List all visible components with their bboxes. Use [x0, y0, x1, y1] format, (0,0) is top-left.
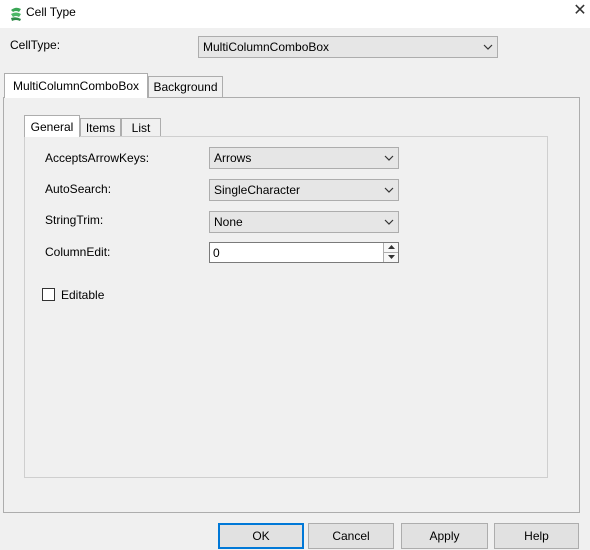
accepts-arrow-keys-select[interactable]: Arrows	[209, 147, 399, 169]
celltype-select[interactable]: MultiColumnComboBox	[198, 36, 498, 58]
chevron-down-icon	[479, 37, 497, 57]
caret-up-icon	[387, 245, 395, 250]
chevron-down-icon	[380, 148, 398, 168]
title-bar	[0, 0, 590, 28]
spin-down-button[interactable]	[384, 252, 398, 262]
app-logo-icon	[11, 7, 21, 21]
column-edit-stepper[interactable]: 0	[209, 242, 399, 263]
accepts-arrow-keys-label: AcceptsArrowKeys:	[45, 151, 150, 165]
help-button[interactable]: Help	[494, 523, 579, 549]
cancel-button[interactable]: Cancel	[308, 523, 394, 549]
column-edit-label: ColumnEdit:	[45, 245, 111, 259]
chevron-down-icon	[380, 212, 398, 232]
celltype-label: CellType:	[10, 38, 61, 52]
auto-search-value: SingleCharacter	[214, 183, 301, 197]
chevron-down-icon	[380, 180, 398, 200]
tab-label: General	[30, 119, 74, 134]
string-trim-select[interactable]: None	[209, 211, 399, 233]
spin-buttons	[383, 243, 398, 262]
apply-button[interactable]: Apply	[401, 523, 488, 549]
accepts-arrow-keys-value: Arrows	[214, 151, 252, 165]
tab-label: Items	[85, 121, 116, 135]
tab-label: Background	[153, 80, 218, 94]
tab-list[interactable]: List	[121, 118, 161, 137]
editable-checkbox[interactable]	[42, 288, 55, 301]
spin-up-button[interactable]	[384, 243, 398, 253]
celltype-value: MultiColumnComboBox	[203, 40, 330, 54]
tab-background[interactable]: Background	[148, 76, 223, 97]
editable-label: Editable	[61, 288, 105, 302]
tab-label: MultiColumnComboBox	[12, 79, 140, 93]
caret-down-icon	[387, 255, 395, 260]
window-title: Cell Type	[26, 5, 76, 19]
string-trim-label: StringTrim:	[45, 213, 104, 227]
auto-search-label: AutoSearch:	[45, 182, 112, 196]
string-trim-value: None	[214, 215, 243, 229]
tab-label: List	[131, 121, 151, 135]
tab-general[interactable]: General	[24, 115, 80, 137]
auto-search-select[interactable]: SingleCharacter	[209, 179, 399, 201]
ok-button[interactable]: OK	[218, 523, 304, 549]
close-button[interactable]: ✕	[570, 2, 590, 22]
tab-multicolumncombobox[interactable]: MultiColumnComboBox	[4, 73, 148, 98]
tab-items[interactable]: Items	[80, 118, 121, 137]
column-edit-value: 0	[213, 245, 220, 260]
